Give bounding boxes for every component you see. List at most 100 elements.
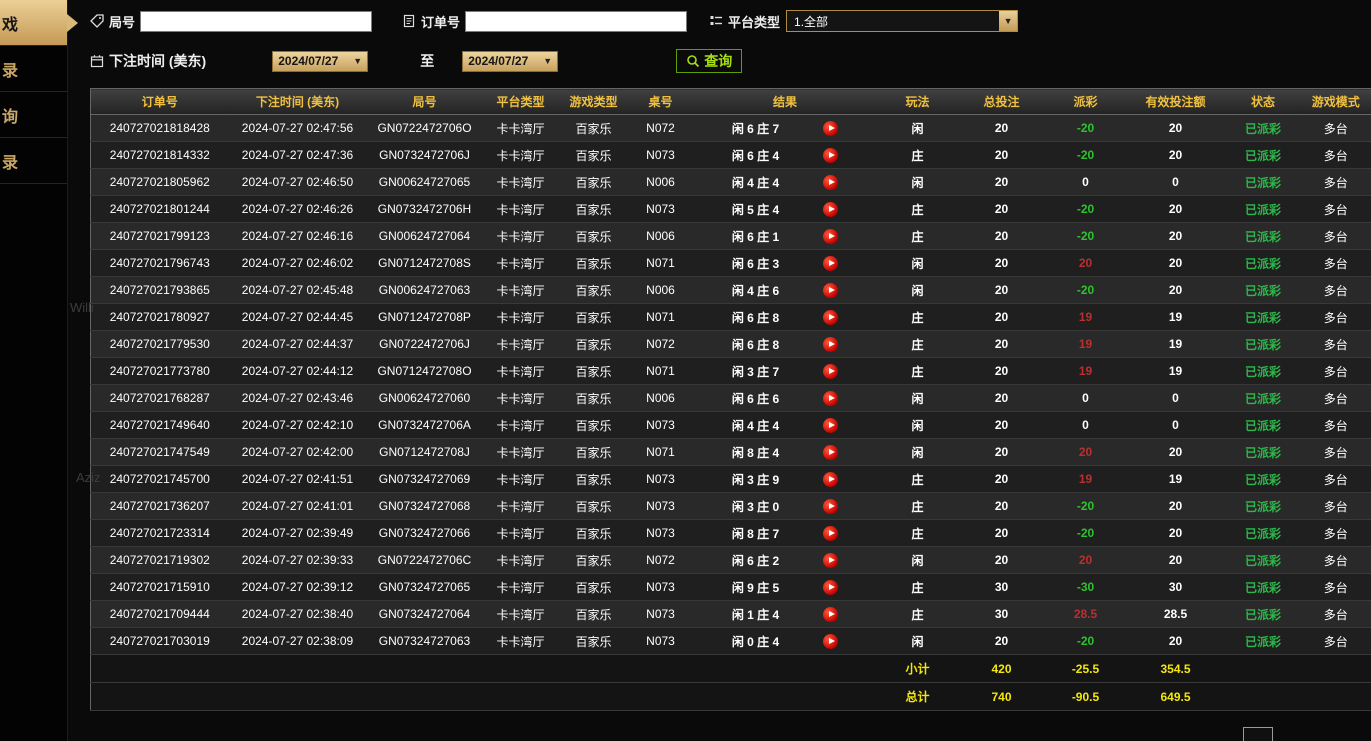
play-video-icon[interactable]: [823, 256, 838, 271]
play-video-icon[interactable]: [823, 445, 838, 460]
header-status: 状态: [1226, 89, 1301, 115]
page-input[interactable]: [1243, 727, 1273, 741]
play-video-icon[interactable]: [823, 607, 838, 622]
cell-payout: -20: [1046, 628, 1126, 655]
cell-game-type: 百家乐: [559, 493, 629, 520]
cell-order-no: 240727021780927: [91, 304, 229, 331]
round-no-label-group: 局号: [90, 12, 135, 31]
table-row[interactable]: 2407270218184282024-07-27 02:47:56GN0722…: [91, 115, 1371, 142]
table-row[interactable]: 2407270217159102024-07-27 02:39:12GN0732…: [91, 574, 1371, 601]
cell-bet-side: 庄: [878, 601, 958, 628]
play-video-icon[interactable]: [823, 337, 838, 352]
cell-bet-side: 闲: [878, 169, 958, 196]
cell-payout: -30: [1046, 574, 1126, 601]
order-no-input[interactable]: [465, 11, 687, 32]
cell-bet-side: 庄: [878, 520, 958, 547]
cell-table-no: N006: [629, 385, 693, 412]
table-row[interactable]: 2407270217475492024-07-27 02:42:00GN0712…: [91, 439, 1371, 466]
date-from-select[interactable]: 2024/07/27 ▼: [272, 51, 368, 72]
table-row[interactable]: 2407270217457002024-07-27 02:41:51GN0732…: [91, 466, 1371, 493]
platform-type-select[interactable]: 1.全部 ▼: [786, 10, 1018, 32]
cell-result: 闲 3 庄 7: [693, 358, 878, 385]
header-result: 结果: [693, 89, 878, 115]
play-video-icon[interactable]: [823, 499, 838, 514]
cell-valid-bet: 20: [1126, 250, 1226, 277]
play-video-icon[interactable]: [823, 526, 838, 541]
cell-game-mode: 多台: [1301, 601, 1371, 628]
cell-round-no: GN0722472706J: [367, 331, 483, 358]
table-row[interactable]: 2407270217809272024-07-27 02:44:45GN0712…: [91, 304, 1371, 331]
play-video-icon[interactable]: [823, 634, 838, 649]
table-row[interactable]: 2407270217233142024-07-27 02:39:49GN0732…: [91, 520, 1371, 547]
table-row[interactable]: 2407270218143322024-07-27 02:47:36GN0732…: [91, 142, 1371, 169]
result-text: 闲 6 庄 2: [732, 552, 779, 569]
cell-game-type: 百家乐: [559, 115, 629, 142]
play-video-icon[interactable]: [823, 121, 838, 136]
table-row[interactable]: 2407270218012442024-07-27 02:46:26GN0732…: [91, 196, 1371, 223]
play-video-icon[interactable]: [823, 310, 838, 325]
play-video-icon[interactable]: [823, 283, 838, 298]
table-row[interactable]: 2407270217737802024-07-27 02:44:12GN0712…: [91, 358, 1371, 385]
round-no-input[interactable]: [140, 11, 372, 32]
table-row[interactable]: 2407270217030192024-07-27 02:38:09GN0732…: [91, 628, 1371, 655]
play-video-icon[interactable]: [823, 364, 838, 379]
cell-round-no: GN0712472708P: [367, 304, 483, 331]
table-row[interactable]: 2407270217094442024-07-27 02:38:40GN0732…: [91, 601, 1371, 628]
cell-total-bet: 20: [958, 493, 1046, 520]
date-to-select[interactable]: 2024/07/27 ▼: [462, 51, 558, 72]
sidebar-item-log[interactable]: 录: [0, 138, 67, 184]
cell-result: 闲 6 庄 6: [693, 385, 878, 412]
play-video-icon[interactable]: [823, 148, 838, 163]
platform-type-label-group: 平台类型: [709, 12, 780, 31]
table-row[interactable]: 2407270218059622024-07-27 02:46:50GN0062…: [91, 169, 1371, 196]
result-text: 闲 4 庄 4: [732, 174, 779, 191]
cell-order-no: 240727021818428: [91, 115, 229, 142]
cell-game-mode: 多台: [1301, 493, 1371, 520]
table-row[interactable]: 2407270217795302024-07-27 02:44:37GN0722…: [91, 331, 1371, 358]
table-row[interactable]: 2407270217682872024-07-27 02:43:46GN0062…: [91, 385, 1371, 412]
grand-total-row: 总计 740 -90.5 649.5: [91, 683, 1371, 711]
cell-payout: -20: [1046, 520, 1126, 547]
cell-bet-side: 闲: [878, 277, 958, 304]
table-row[interactable]: 2407270217496402024-07-27 02:42:10GN0732…: [91, 412, 1371, 439]
table-row[interactable]: 2407270217938652024-07-27 02:45:48GN0062…: [91, 277, 1371, 304]
cell-platform: 卡卡湾厅: [483, 115, 559, 142]
cell-result: 闲 1 庄 4: [693, 601, 878, 628]
cell-total-bet: 20: [958, 547, 1046, 574]
cell-payout: 0: [1046, 385, 1126, 412]
result-text: 闲 8 庄 4: [732, 444, 779, 461]
cell-payout: 19: [1046, 466, 1126, 493]
table-row[interactable]: 2407270217967432024-07-27 02:46:02GN0712…: [91, 250, 1371, 277]
result-text: 闲 9 庄 5: [732, 579, 779, 596]
cell-result: 闲 6 庄 1: [693, 223, 878, 250]
table-row[interactable]: 2407270217362072024-07-27 02:41:01GN0732…: [91, 493, 1371, 520]
cell-table-no: N073: [629, 574, 693, 601]
cell-bet-time: 2024-07-27 02:42:10: [229, 412, 367, 439]
result-text: 闲 6 庄 4: [732, 147, 779, 164]
sidebar-item-query[interactable]: 询: [0, 92, 67, 138]
play-video-icon[interactable]: [823, 418, 838, 433]
play-video-icon[interactable]: [823, 580, 838, 595]
play-video-icon[interactable]: [823, 175, 838, 190]
play-video-icon[interactable]: [823, 472, 838, 487]
table-row[interactable]: 2407270217991232024-07-27 02:46:16GN0062…: [91, 223, 1371, 250]
sidebar-item-records[interactable]: 录: [0, 46, 67, 92]
play-video-icon[interactable]: [823, 229, 838, 244]
cell-table-no: N072: [629, 115, 693, 142]
cell-bet-side: 庄: [878, 493, 958, 520]
cell-order-no: 240727021805962: [91, 169, 229, 196]
play-video-icon[interactable]: [823, 202, 838, 217]
query-button[interactable]: 查询: [676, 49, 742, 73]
cell-valid-bet: 0: [1126, 412, 1226, 439]
table-row[interactable]: 2407270217193022024-07-27 02:39:33GN0722…: [91, 547, 1371, 574]
sidebar-item-game[interactable]: 戏: [0, 0, 67, 46]
cell-order-no: 240727021709444: [91, 601, 229, 628]
cell-valid-bet: 19: [1126, 358, 1226, 385]
cell-order-no: 240727021793865: [91, 277, 229, 304]
table-body: 2407270218184282024-07-27 02:47:56GN0722…: [91, 115, 1371, 655]
cell-game-mode: 多台: [1301, 196, 1371, 223]
grand-total-payout: -90.5: [1046, 683, 1126, 711]
cell-game-mode: 多台: [1301, 331, 1371, 358]
play-video-icon[interactable]: [823, 553, 838, 568]
play-video-icon[interactable]: [823, 391, 838, 406]
